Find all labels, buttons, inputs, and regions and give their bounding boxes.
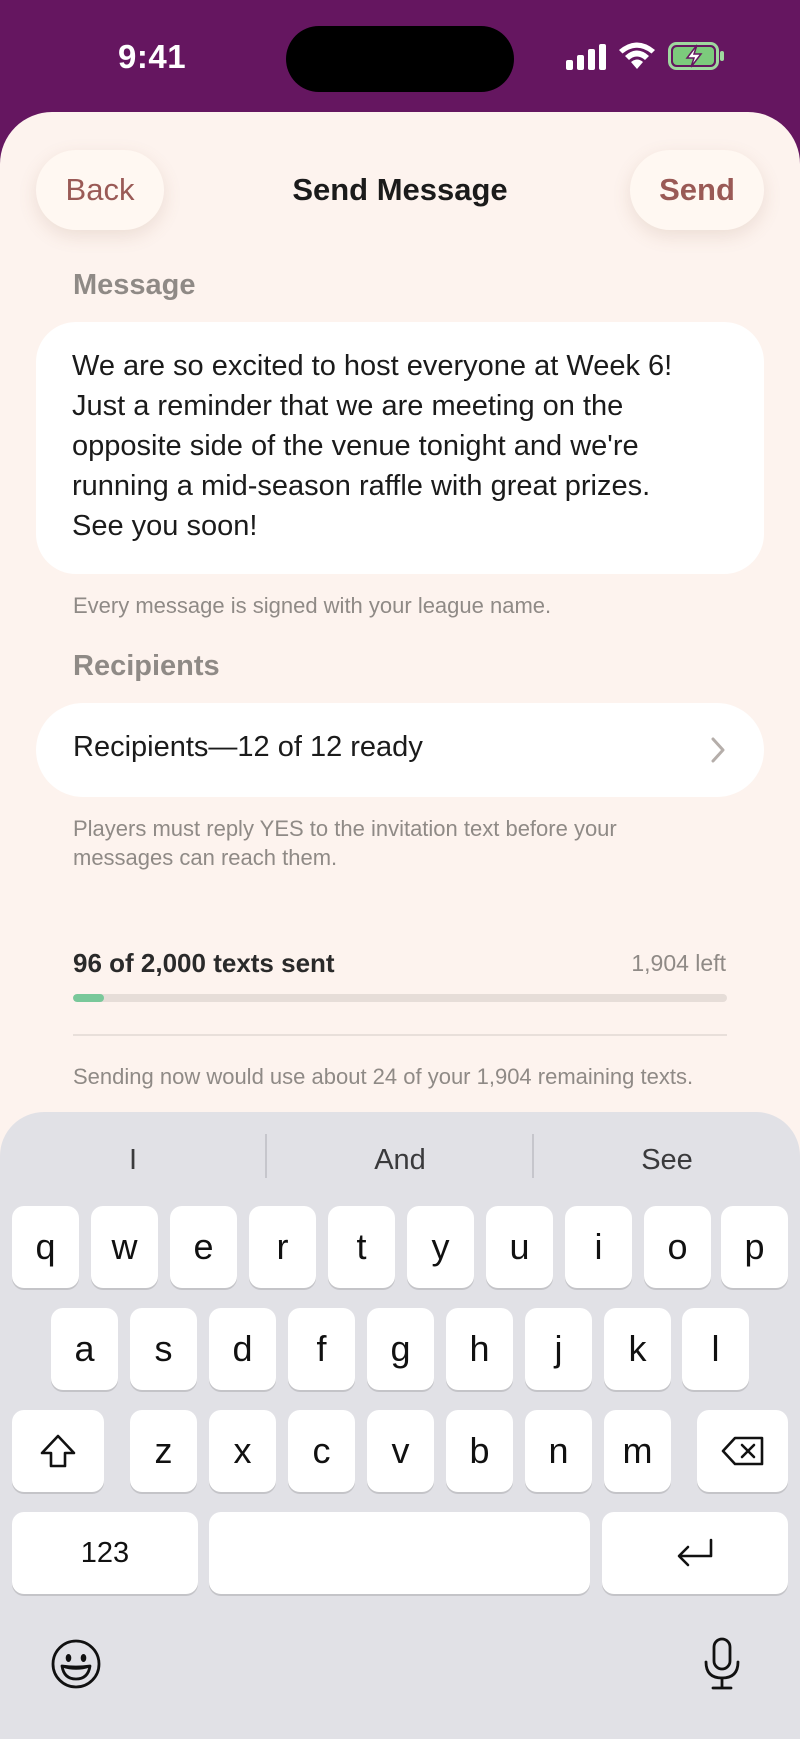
texts-left-label: 1,904 left xyxy=(631,950,726,976)
message-text[interactable]: We are so excited to host everyone at We… xyxy=(72,346,728,546)
cellular-signal-icon xyxy=(566,44,606,70)
usage-progress-bar xyxy=(73,994,727,1002)
shift-icon xyxy=(40,1434,76,1468)
delete-icon xyxy=(721,1436,763,1466)
signature-helper-text: Every message is signed with your league… xyxy=(73,593,552,618)
status-bar: 9:41 xyxy=(0,0,800,112)
delete-key[interactable] xyxy=(697,1410,788,1492)
key-h[interactable]: h xyxy=(446,1308,513,1390)
key-l[interactable]: l xyxy=(682,1308,749,1390)
key-n[interactable]: n xyxy=(525,1410,592,1492)
key-s[interactable]: s xyxy=(130,1308,197,1390)
emoji-icon[interactable] xyxy=(50,1638,102,1690)
key-x[interactable]: x xyxy=(209,1410,276,1492)
suggestion-2[interactable]: And xyxy=(267,1138,533,1182)
key-t[interactable]: t xyxy=(328,1206,395,1288)
keyboard: I And See q w e r t y u i o p a s d f g … xyxy=(0,1112,800,1739)
usage-estimate-text: Sending now would use about 24 of your 1… xyxy=(73,1064,694,1089)
key-c[interactable]: c xyxy=(288,1410,355,1492)
message-line: We are so excited to host everyone at We… xyxy=(72,350,673,382)
return-key[interactable] xyxy=(602,1512,788,1594)
key-j[interactable]: j xyxy=(525,1308,592,1390)
message-line: See you soon! xyxy=(72,510,258,542)
return-icon xyxy=(677,1538,713,1567)
message-field[interactable]: We are so excited to host everyone at We… xyxy=(36,322,764,574)
microphone-icon[interactable] xyxy=(702,1636,742,1692)
key-e[interactable]: e xyxy=(170,1206,237,1288)
battery-charging-icon xyxy=(668,42,724,70)
key-a[interactable]: a xyxy=(51,1308,118,1390)
key-r[interactable]: r xyxy=(249,1206,316,1288)
key-f[interactable]: f xyxy=(288,1308,355,1390)
key-w[interactable]: w xyxy=(91,1206,158,1288)
send-button[interactable]: Send xyxy=(630,150,764,230)
dynamic-island xyxy=(286,26,514,92)
key-u[interactable]: u xyxy=(486,1206,553,1288)
key-d[interactable]: d xyxy=(209,1308,276,1390)
key-q[interactable]: q xyxy=(12,1206,79,1288)
recipients-row[interactable]: Recipients—12 of 12 ready xyxy=(36,703,764,797)
key-k[interactable]: k xyxy=(604,1308,671,1390)
key-v[interactable]: v xyxy=(367,1410,434,1492)
key-i[interactable]: i xyxy=(565,1206,632,1288)
key-o[interactable]: o xyxy=(644,1206,711,1288)
wifi-icon xyxy=(619,42,655,69)
message-line: running a mid-season raffle with great p… xyxy=(72,470,651,502)
space-key[interactable] xyxy=(209,1512,590,1594)
divider xyxy=(73,1034,727,1036)
texts-sent-label: 96 of 2,000 texts sent xyxy=(73,948,335,978)
numbers-key[interactable]: 123 xyxy=(12,1512,198,1594)
key-b[interactable]: b xyxy=(446,1410,513,1492)
key-z[interactable]: z xyxy=(130,1410,197,1492)
key-g[interactable]: g xyxy=(367,1308,434,1390)
recipients-section-label: Recipients xyxy=(73,650,220,682)
suggestion-3[interactable]: See xyxy=(534,1138,800,1182)
usage-progress-fill xyxy=(73,994,105,1002)
key-y[interactable]: y xyxy=(407,1206,474,1288)
chevron-right-icon xyxy=(711,737,725,763)
key-m[interactable]: m xyxy=(604,1410,671,1492)
suggestion-1[interactable]: I xyxy=(0,1138,266,1182)
recipients-helper-text: Players must reply YES to the invitation… xyxy=(73,816,617,870)
shift-key[interactable] xyxy=(12,1410,104,1492)
key-p[interactable]: p xyxy=(721,1206,788,1288)
message-section-label: Message xyxy=(73,269,196,301)
message-line: Just a reminder that we are meeting on t… xyxy=(72,390,624,422)
status-time: 9:41 xyxy=(118,38,187,75)
message-line: opposite side of the venue tonight and w… xyxy=(72,430,639,462)
recipients-row-label: Recipients—12 of 12 ready xyxy=(73,731,423,763)
